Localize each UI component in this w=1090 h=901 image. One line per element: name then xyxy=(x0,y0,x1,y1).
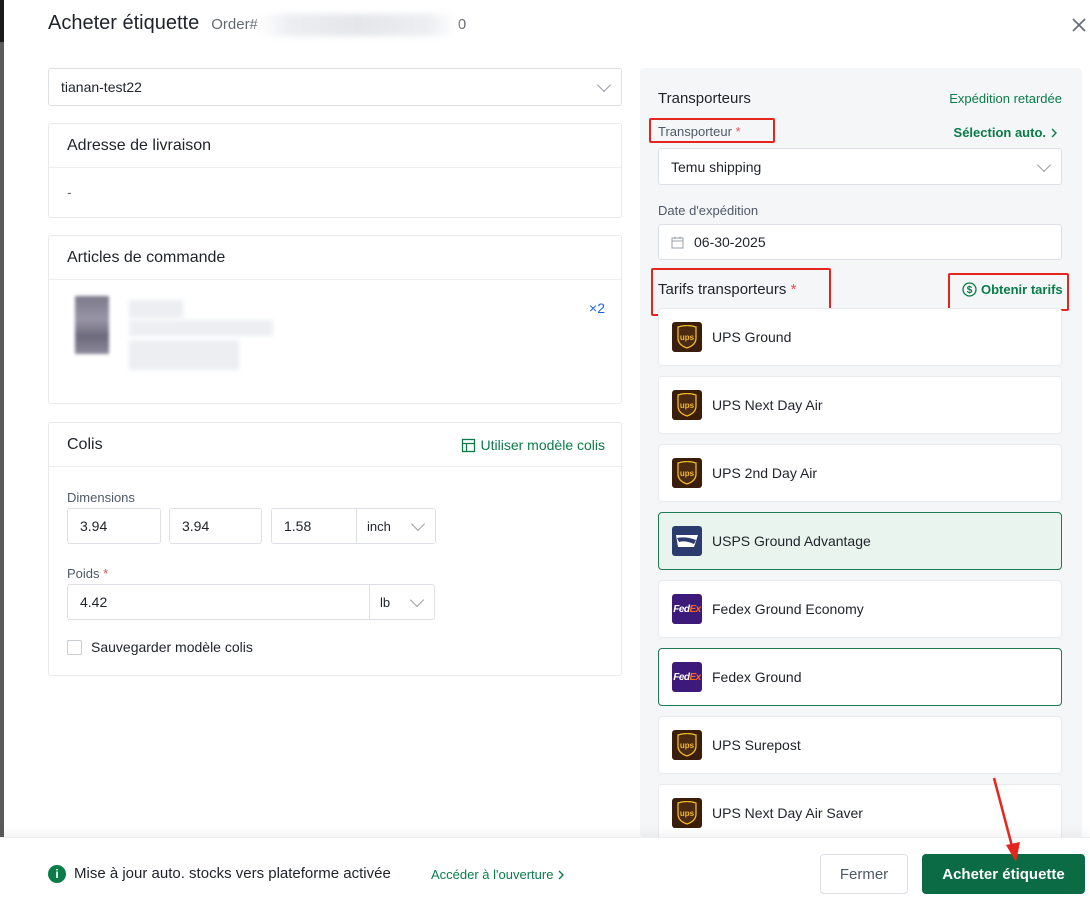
product-name-redacted xyxy=(129,320,273,336)
product-sku-redacted xyxy=(129,340,239,370)
fedex-icon: Fed Ex xyxy=(672,662,702,692)
height-input[interactable]: 1.58 xyxy=(271,508,357,544)
chevron-down-icon xyxy=(1036,157,1052,172)
rate-option-ups-surepost[interactable]: ups UPS Surepost xyxy=(658,716,1062,774)
rate-option-ups-next-day-air[interactable]: ups UPS Next Day Air xyxy=(658,376,1062,434)
calendar-icon xyxy=(671,236,684,248)
buy-label-button[interactable]: Acheter étiquette xyxy=(922,854,1085,894)
backdrop-edge xyxy=(0,0,4,901)
rate-option-label: UPS Ground xyxy=(712,329,792,345)
dialog-footer: i Mise à jour auto. stocks vers platefor… xyxy=(0,837,1090,901)
weight-label: Poids * xyxy=(67,566,109,581)
rate-option-label: Fedex Ground Economy xyxy=(712,601,864,617)
carriers-title: Transporteurs xyxy=(658,90,751,107)
item-quantity: ×2 xyxy=(589,300,605,316)
template-icon xyxy=(461,438,475,452)
carrier-select[interactable]: Temu shipping xyxy=(658,148,1062,185)
usps-icon xyxy=(672,526,702,556)
order-number-redacted xyxy=(258,14,457,37)
length-input[interactable]: 3.94 xyxy=(67,508,161,544)
address-card-title: Adresse de livraison xyxy=(49,124,621,168)
svg-text:ups: ups xyxy=(680,333,695,342)
auto-sync-notice: Mise à jour auto. stocks vers plateforme… xyxy=(74,865,391,882)
close-icon[interactable] xyxy=(1068,14,1090,36)
save-template-checkbox[interactable] xyxy=(67,640,82,655)
ship-date-input[interactable]: 06-30-2025 xyxy=(658,224,1062,260)
buy-label-dialog: Acheter étiquette Order# 0 tianan-test22 … xyxy=(0,0,1090,901)
rate-option-fedex-ground[interactable]: Fed Ex Fedex Ground xyxy=(658,648,1062,706)
address-value: - xyxy=(67,184,72,200)
product-name-redacted xyxy=(129,300,183,318)
dialog-header: Acheter étiquette Order# 0 xyxy=(48,12,466,37)
annotation-highlight xyxy=(649,118,775,143)
carriers-panel: Transporteurs Expédition retardée Transp… xyxy=(640,68,1082,842)
delayed-shipping-link[interactable]: Expédition retardée xyxy=(949,91,1062,106)
rate-option-label: UPS Next Day Air Saver xyxy=(712,805,863,821)
chevron-down-icon xyxy=(409,592,425,608)
ship-date-label: Date d'expédition xyxy=(658,203,759,218)
ups-icon: ups xyxy=(672,798,702,828)
ups-icon: ups xyxy=(672,458,702,488)
product-image xyxy=(75,296,109,354)
address-card: Adresse de livraison - xyxy=(48,123,622,218)
rate-option-label: UPS 2nd Day Air xyxy=(712,465,818,481)
rate-option-fedex-ground-economy[interactable]: Fed Ex Fedex Ground Economy xyxy=(658,580,1062,638)
chevron-right-icon xyxy=(1051,128,1057,137)
close-button[interactable]: Fermer xyxy=(820,854,908,894)
save-template-label: Sauvegarder modèle colis xyxy=(91,639,253,655)
package-card: Colis Utiliser modèle colis Dimensions 3… xyxy=(48,422,622,676)
rate-option-label: Fedex Ground xyxy=(712,669,802,685)
store-select-value: tianan-test22 xyxy=(61,79,142,95)
ship-date-value: 06-30-2025 xyxy=(694,234,766,250)
carrier-select-value: Temu shipping xyxy=(671,158,762,175)
weight-unit-select[interactable]: lb xyxy=(369,584,435,620)
order-items-title: Articles de commande xyxy=(49,236,621,280)
ups-icon: ups xyxy=(672,390,702,420)
annotation-highlight xyxy=(948,273,1069,311)
chevron-down-icon xyxy=(410,516,426,532)
dimension-unit-select[interactable]: inch xyxy=(356,508,436,544)
rate-option-ups-next-day-air-saver[interactable]: ups UPS Next Day Air Saver xyxy=(658,784,1062,842)
rate-option-label: UPS Next Day Air xyxy=(712,397,823,413)
ups-icon: ups xyxy=(672,730,702,760)
width-input[interactable]: 3.94 xyxy=(169,508,262,544)
order-items-card: Articles de commande ×2 xyxy=(48,235,622,404)
rate-option-label: USPS Ground Advantage xyxy=(712,533,871,549)
rate-option-label: UPS Surepost xyxy=(712,737,801,753)
svg-text:ups: ups xyxy=(680,469,695,478)
auto-select-link[interactable]: Sélection auto. xyxy=(954,125,1058,140)
fedex-icon: Fed Ex xyxy=(672,594,702,624)
use-template-link[interactable]: Utiliser modèle colis xyxy=(461,437,605,453)
dimensions-label: Dimensions xyxy=(67,490,135,505)
store-select[interactable]: tianan-test22 xyxy=(48,68,622,106)
chevron-down-icon xyxy=(596,77,612,93)
weight-input[interactable]: 4.42 xyxy=(67,584,370,620)
open-settings-link[interactable]: Accéder à l'ouverture xyxy=(431,867,565,882)
svg-text:ups: ups xyxy=(680,401,695,410)
rate-option-ups-2nd-day-air[interactable]: ups UPS 2nd Day Air xyxy=(658,444,1062,502)
dialog-title: Acheter étiquette xyxy=(48,12,200,34)
svg-text:ups: ups xyxy=(680,809,695,818)
rate-option-usps-ground-advantage[interactable]: USPS Ground Advantage xyxy=(658,512,1062,570)
chevron-right-icon xyxy=(558,870,565,879)
order-number: Order# 0 xyxy=(211,14,466,37)
ups-icon: ups xyxy=(672,322,702,352)
rate-option-ups-ground[interactable]: ups UPS Ground xyxy=(658,308,1062,366)
dimension-unit-value: inch xyxy=(367,518,391,534)
info-icon: i xyxy=(48,865,66,883)
weight-unit-value: lb xyxy=(380,594,391,610)
svg-text:ups: ups xyxy=(680,741,695,750)
